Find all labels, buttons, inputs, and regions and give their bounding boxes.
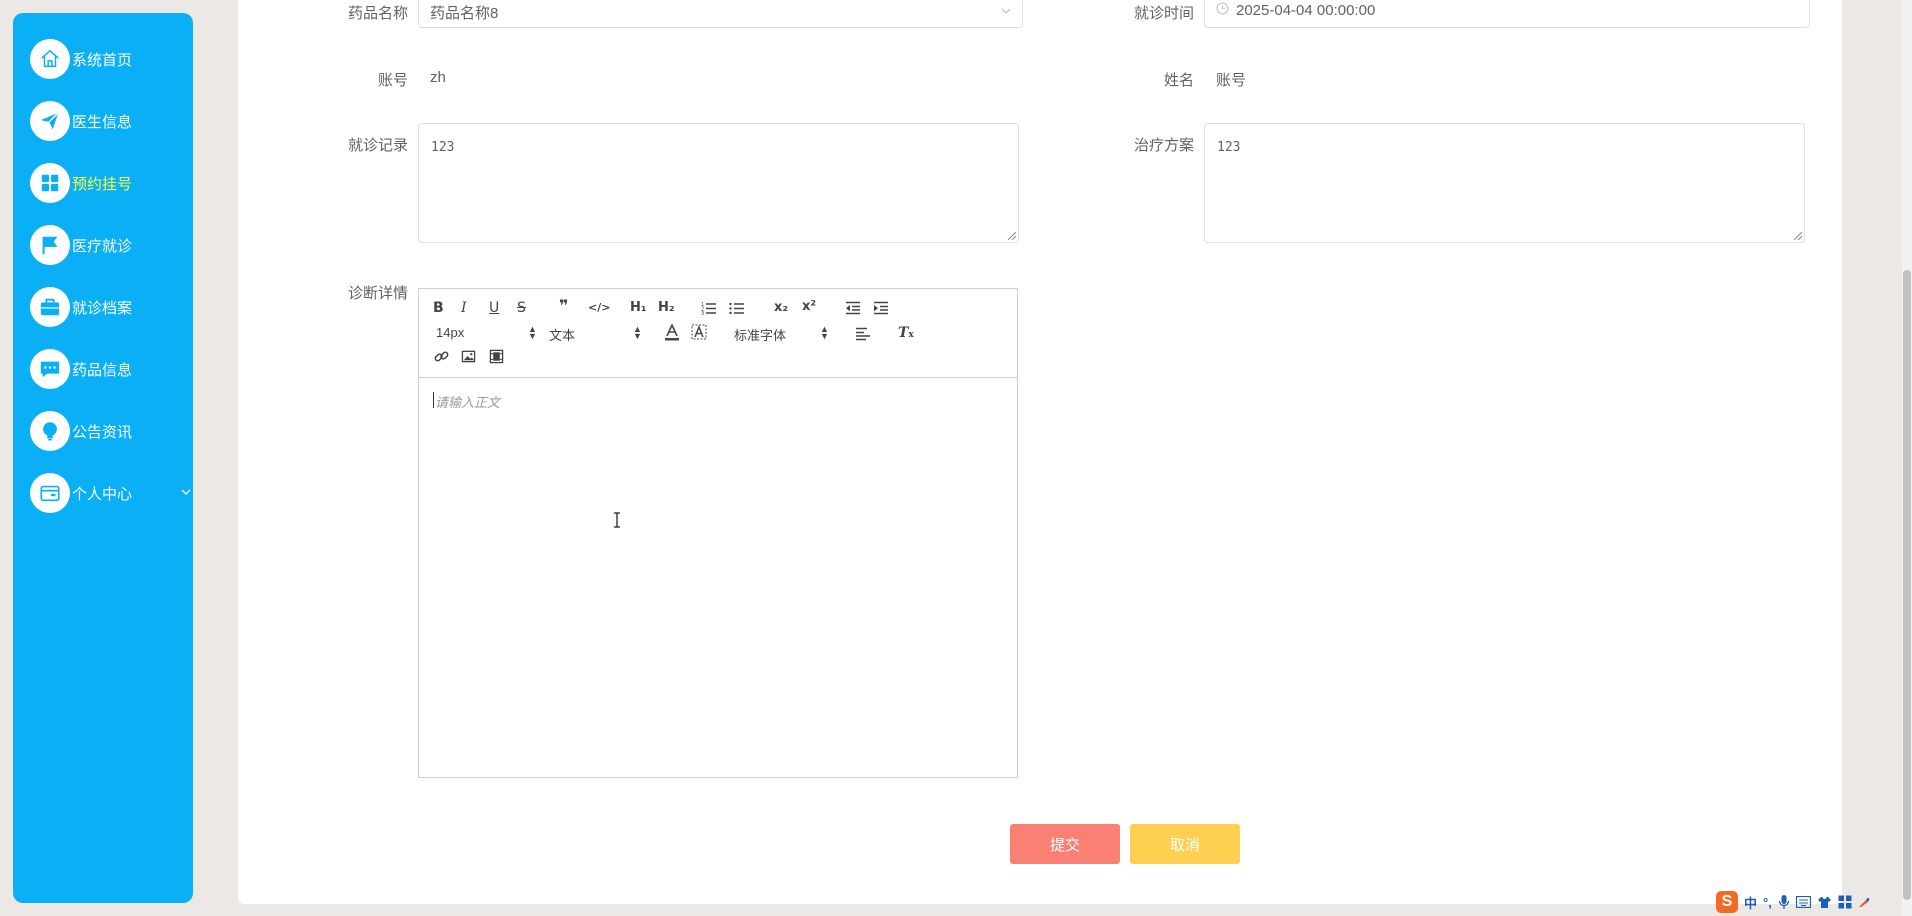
header-picker-value: 文本 — [549, 328, 576, 343]
video-icon[interactable] — [489, 349, 504, 364]
blockquote-icon[interactable]: ❞ — [559, 297, 568, 315]
svg-text:3: 3 — [701, 311, 704, 315]
clock-icon — [1216, 2, 1229, 15]
resize-handle-icon[interactable] — [1008, 232, 1016, 240]
name-value: 账号 — [1216, 72, 1247, 89]
sidebar-item-label: 就诊档案 — [72, 299, 133, 317]
heading-2-icon[interactable]: H₂ — [658, 299, 675, 317]
image-icon[interactable] — [461, 349, 476, 364]
sidebar-item-label: 系统首页 — [72, 51, 133, 69]
ime-tray: S 中 °, — [1716, 890, 1870, 914]
microphone-icon[interactable] — [1778, 894, 1790, 910]
punctuation-icon[interactable]: °, — [1763, 895, 1772, 910]
brush-icon[interactable] — [1858, 896, 1870, 908]
link-icon[interactable] — [434, 349, 449, 364]
account-label: 账号 — [377, 72, 408, 89]
visit-time-value: 2025-04-04 00:00:00 — [1236, 2, 1376, 19]
heading-1-icon[interactable]: H₁ — [630, 299, 647, 317]
treatment-textarea[interactable]: 123 — [1204, 123, 1805, 243]
chat-icon — [30, 349, 70, 389]
header-picker[interactable]: 文本 ▲ ▼ — [549, 325, 642, 344]
bulb-icon — [30, 411, 70, 451]
sidebar-item-label: 个人中心 — [72, 485, 133, 503]
resize-handle-icon[interactable] — [1794, 232, 1802, 240]
align-left-icon[interactable] — [855, 327, 871, 341]
superscript-icon[interactable]: x² — [802, 298, 816, 316]
indent-icon[interactable] — [873, 301, 889, 315]
underline-icon[interactable]: U — [489, 299, 499, 317]
grid-icon — [30, 163, 70, 203]
drug-name-value: 药品名称8 — [430, 5, 499, 22]
name-label: 姓名 — [1163, 72, 1194, 89]
clear-format-icon[interactable]: Tx — [898, 324, 914, 344]
sidebar-item-home[interactable]: 系统首页 — [30, 39, 180, 79]
cancel-button[interactable]: 取消 — [1130, 824, 1240, 864]
sidebar-item-doctor-info[interactable]: 医生信息 — [30, 101, 180, 141]
font-size-picker[interactable]: 14px ▲ ▼ — [436, 325, 537, 341]
sidebar-item-label: 预约挂号 — [72, 175, 133, 193]
scrollbar-thumb[interactable] — [1903, 270, 1911, 900]
chevron-down-icon — [181, 489, 191, 495]
sort-icon: ▲ ▼ — [633, 324, 642, 341]
treatment-value: 123 — [1217, 140, 1241, 155]
ordered-list-icon[interactable]: 123 — [701, 301, 717, 315]
treatment-label: 治疗方案 — [1133, 137, 1194, 154]
text-caret — [433, 392, 434, 408]
sidebar-item-personal-center[interactable]: 个人中心 — [30, 473, 191, 513]
sidebar-item-drug-info[interactable]: 药品信息 — [30, 349, 180, 389]
editor-toolbar: B I U S ❞ </> H₁ H₂ 123 x₂ x² 14px ▲ ▼ 文本… — [419, 289, 1017, 378]
chevron-down-icon — [1001, 8, 1011, 14]
visit-record-label: 就诊记录 — [347, 137, 408, 154]
font-size-value: 14px — [436, 325, 465, 340]
sidebar-item-medical-visit[interactable]: 医疗就诊 — [30, 225, 180, 265]
keyboard-icon[interactable] — [1795, 896, 1811, 908]
ime-mode-indicator[interactable]: 中 — [1744, 893, 1757, 912]
text-color-icon[interactable] — [664, 324, 680, 342]
sidebar-item-appointment[interactable]: 预约挂号 — [30, 163, 180, 203]
bullet-list-icon[interactable] — [729, 301, 745, 315]
background-color-icon[interactable] — [691, 324, 707, 342]
ime-logo-icon[interactable]: S — [1716, 891, 1738, 913]
visit-time-label: 就诊时间 — [1133, 5, 1194, 22]
visit-time-picker[interactable]: 2025-04-04 00:00:00 — [1204, 0, 1810, 28]
sidebar-item-label: 公告资讯 — [72, 423, 133, 441]
sidebar-item-label: 医疗就诊 — [72, 237, 133, 255]
toolbox-icon[interactable] — [1838, 895, 1852, 909]
rich-text-editor: B I U S ❞ </> H₁ H₂ 123 x₂ x² 14px ▲ ▼ 文本… — [418, 288, 1018, 778]
flag-icon — [30, 225, 70, 265]
outdent-icon[interactable] — [845, 301, 861, 315]
skin-icon[interactable] — [1817, 896, 1832, 909]
sort-icon: ▲ ▼ — [820, 324, 829, 341]
editor-placeholder[interactable]: 请输入正文 — [435, 392, 500, 411]
briefcase-icon — [30, 287, 70, 327]
sidebar-item-announcements[interactable]: 公告资讯 — [30, 411, 180, 451]
diagnosis-label: 诊断详情 — [347, 285, 408, 302]
sidebar-item-label: 医生信息 — [72, 113, 133, 131]
font-family-picker[interactable]: 标准字体 ▲ ▼ — [734, 325, 829, 344]
send-icon — [30, 101, 70, 141]
submit-button[interactable]: 提交 — [1010, 824, 1120, 864]
sort-icon: ▲ ▼ — [528, 324, 537, 341]
home-icon — [30, 39, 70, 79]
font-family-value: 标准字体 — [734, 328, 787, 343]
sidebar-item-label: 药品信息 — [72, 361, 133, 379]
visit-record-textarea[interactable]: 123 — [418, 123, 1019, 243]
account-value: zh — [430, 69, 446, 86]
drug-name-select[interactable]: 药品名称8 — [418, 0, 1023, 28]
sidebar: 系统首页 医生信息 预约挂号 医疗就诊 就诊档案 药品信息 公告资讯 个人中心 — [13, 13, 193, 903]
subscript-icon[interactable]: x₂ — [774, 299, 788, 317]
visit-record-value: 123 — [431, 140, 455, 155]
italic-icon[interactable]: I — [461, 299, 467, 317]
drug-name-label: 药品名称 — [347, 5, 408, 22]
card-icon — [30, 473, 70, 513]
code-block-icon[interactable]: </> — [588, 299, 610, 317]
text-cursor-icon — [614, 512, 620, 528]
bold-icon[interactable]: B — [433, 299, 444, 317]
sidebar-item-visit-archive[interactable]: 就诊档案 — [30, 287, 180, 327]
strikethrough-icon[interactable]: S — [517, 299, 526, 317]
